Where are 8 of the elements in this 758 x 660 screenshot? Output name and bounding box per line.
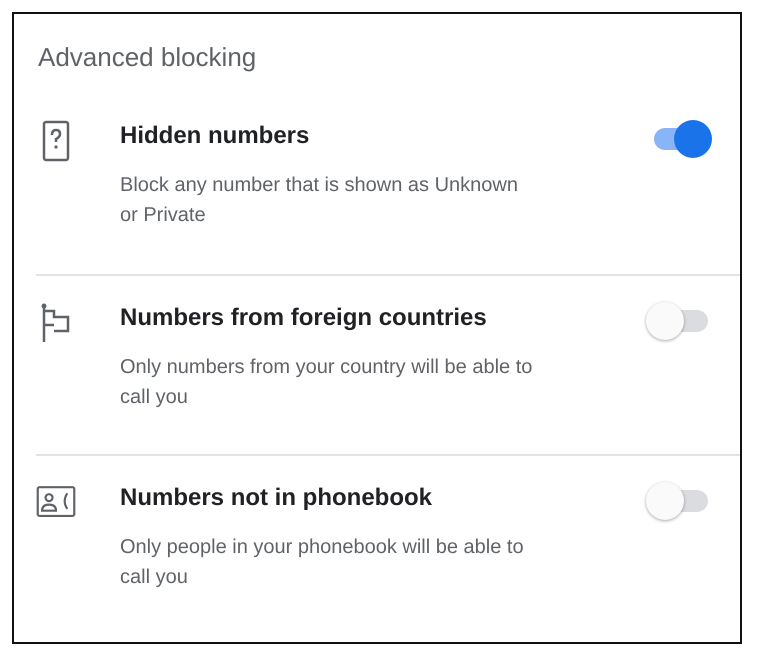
setting-title: Hidden numbers	[120, 122, 310, 150]
section-title: Advanced blocking	[37, 41, 258, 74]
setting-description: Only people in your phonebook will be able to call you	[120, 535, 525, 590]
question-phone-icon	[41, 120, 71, 162]
setting-description: Only numbers from your country will be able to call you	[120, 355, 534, 410]
setting-title: Numbers from foreign countries	[120, 304, 488, 332]
setting-description: Block any number that is shown as Unknown or Private	[120, 173, 519, 228]
setting-title: Numbers not in phonebook	[120, 484, 433, 512]
